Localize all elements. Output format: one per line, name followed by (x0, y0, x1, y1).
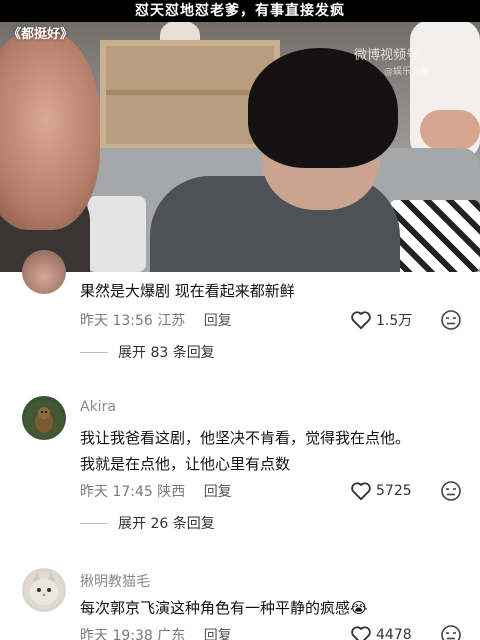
comment-location: 江苏 (157, 313, 186, 329)
like-count: 4478 (376, 627, 412, 640)
expand-replies-button[interactable]: 展开 26 条回复 (80, 513, 215, 533)
scene-pillow (88, 196, 146, 272)
comment-username[interactable]: Akira (80, 399, 116, 415)
scene-pattern-pillow (390, 200, 480, 272)
heart-outline-icon (351, 482, 371, 501)
expand-divider (80, 351, 108, 353)
avatar[interactable] (22, 250, 66, 294)
comment-meta: 昨天 19:38 广东 回复 (80, 625, 232, 640)
like-button[interactable]: 4478 (350, 625, 412, 640)
comment-location: 陕西 (157, 484, 186, 500)
video-watermark-sub: @娱乐头条 (384, 67, 430, 77)
heart-outline-icon (351, 311, 371, 330)
like-button[interactable]: 1.5万 (350, 310, 412, 330)
avatar[interactable] (22, 568, 66, 612)
comment-text-line: 我就是在点他，让他心里有点数 (80, 455, 291, 473)
scene-young-man-hair (248, 48, 398, 168)
video-watermark: 微博视频号 (354, 48, 420, 63)
comment-text: 每次郭京飞演这种角色有一种平静的疯感😭 (80, 595, 470, 621)
comment-text-body: 每次郭京飞演这种角色有一种平静的疯感 (80, 599, 351, 617)
avatar-cat-icon (30, 572, 58, 605)
like-button[interactable]: 5725 (350, 481, 412, 501)
expand-replies-label: 展开 26 条回复 (118, 516, 215, 532)
like-count: 5725 (376, 483, 412, 499)
avatar-animal-icon (35, 407, 53, 433)
comment-text: 我让我爸看这剧，他坚决不肯看，觉得我在点他。 我就是在点他，让他心里有点数 (80, 425, 470, 477)
comment-time: 昨天 13:56 (80, 313, 153, 329)
avatar[interactable] (22, 396, 66, 440)
comment-time: 昨天 19:38 (80, 628, 153, 640)
reply-button[interactable]: 回复 (204, 628, 232, 640)
dislike-face-icon[interactable] (440, 480, 462, 502)
scene-arm (420, 110, 480, 150)
expand-divider (80, 522, 108, 524)
dislike-face-icon[interactable] (440, 624, 462, 640)
comment-username[interactable]: 揪明教猫毛 (80, 571, 150, 591)
comment-meta: 昨天 17:45 陕西 回复 (80, 481, 232, 501)
heart-outline-icon (351, 626, 371, 640)
dislike-face-icon[interactable] (440, 309, 462, 331)
like-count: 1.5万 (376, 313, 413, 329)
expand-replies-button[interactable]: 展开 83 条回复 (80, 342, 215, 362)
reply-button[interactable]: 回复 (204, 484, 232, 500)
comment-location: 广东 (157, 628, 186, 640)
scene-old-man-face (0, 30, 100, 230)
comment-time: 昨天 17:45 (80, 484, 153, 500)
video-caption: 怼天怼地怼老爹，有事直接发疯 (0, 0, 480, 22)
expand-replies-label: 展开 83 条回复 (118, 345, 215, 361)
reply-button[interactable]: 回复 (204, 313, 232, 329)
show-title-tag: 《都挺好》 (8, 27, 74, 42)
crying-emoji-icon: 😭 (350, 599, 368, 617)
video-frame[interactable]: 怼天怼地怼老爹，有事直接发疯 《都挺好》 微博视频号 @娱乐头条 (0, 0, 480, 272)
comment-meta: 昨天 13:56 江苏 回复 (80, 310, 232, 330)
comment-text-line: 我让我爸看这剧，他坚决不肯看，觉得我在点他。 (80, 429, 411, 447)
comment-text: 果然是大爆剧 现在看起来都新鲜 (80, 282, 295, 300)
